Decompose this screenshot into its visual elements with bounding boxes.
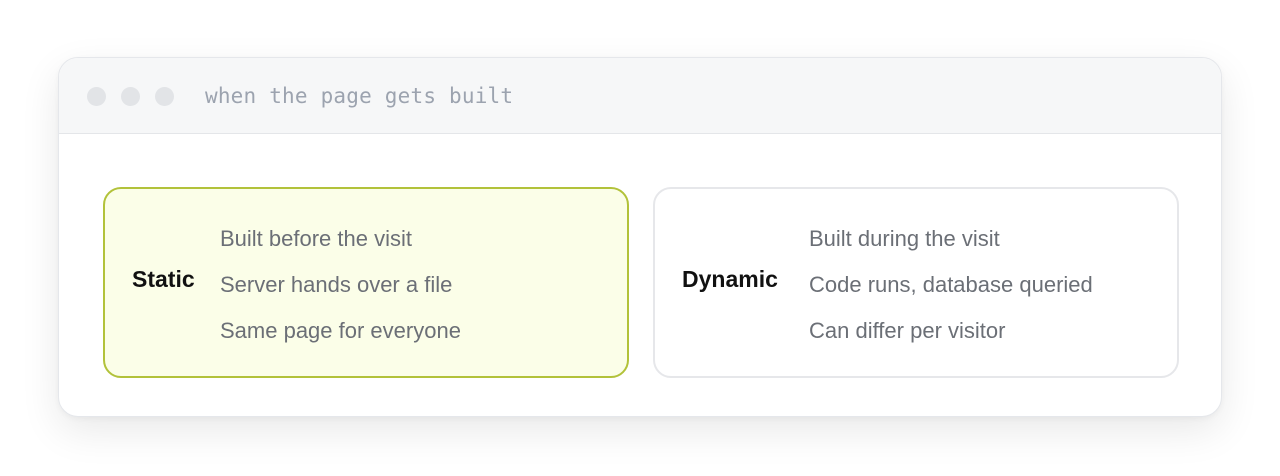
dynamic-point: Code runs, database queried [809, 272, 1093, 297]
dynamic-card: Dynamic Built during the visit Code runs… [653, 187, 1179, 378]
dynamic-card-points: Built during the visit Code runs, databa… [809, 225, 1093, 363]
static-point: Built before the visit [220, 226, 412, 251]
dynamic-card-title: Dynamic [682, 266, 778, 292]
window-control-dot-maximize[interactable] [155, 87, 174, 106]
dynamic-point: Built during the visit [809, 226, 1000, 251]
dynamic-point: Can differ per visitor [809, 318, 1006, 343]
window: when the page gets built Static Built be… [58, 57, 1222, 417]
static-card-title: Static [132, 266, 195, 292]
window-control-dot-close[interactable] [87, 87, 106, 106]
window-title: when the page gets built [205, 84, 514, 108]
static-point: Server hands over a file [220, 272, 453, 297]
window-control-dot-minimize[interactable] [121, 87, 140, 106]
static-card-points: Built before the visit Server hands over… [220, 225, 461, 363]
static-point: Same page for everyone [220, 318, 461, 343]
static-card: Static Built before the visit Server han… [103, 187, 629, 378]
window-titlebar: when the page gets built [59, 58, 1221, 134]
